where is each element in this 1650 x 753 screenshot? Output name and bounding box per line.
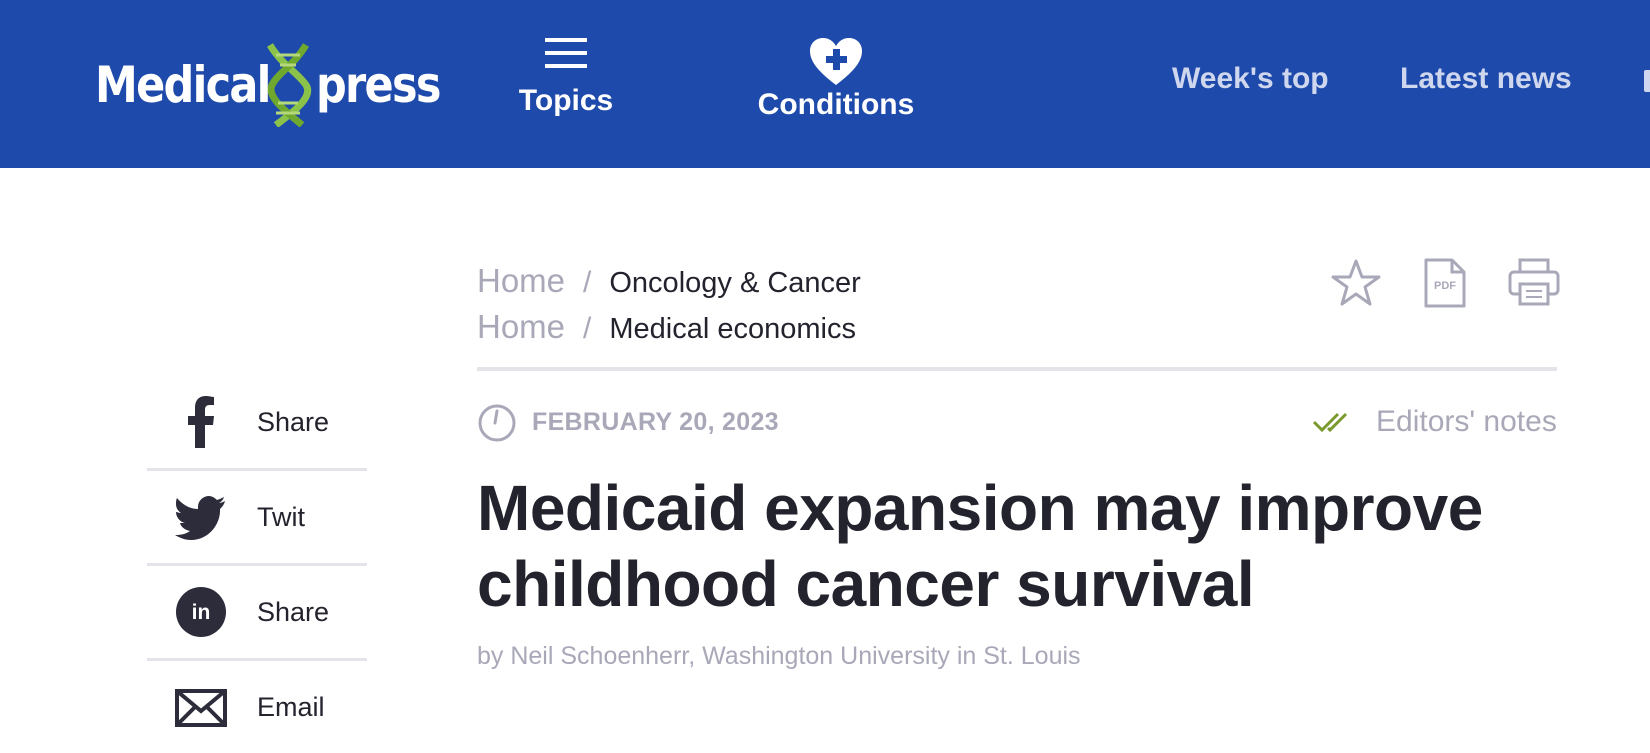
linkedin-icon: in [176, 587, 226, 637]
facebook-icon [188, 396, 214, 448]
nav-latest-news[interactable]: Latest news [1400, 62, 1572, 96]
nav-weeks-top[interactable]: Week's top [1172, 62, 1329, 96]
svg-text:in: in [192, 601, 211, 624]
editors-notes-link[interactable]: Editors' notes [1376, 405, 1557, 439]
publish-date: FEBRUARY 20, 2023 [532, 408, 779, 436]
heart-plus-icon [810, 38, 862, 85]
article-byline: by Neil Schoenherr, Washington Universit… [477, 642, 1081, 670]
printer-icon[interactable] [1508, 258, 1560, 306]
breadcrumb-category-link[interactable]: Oncology & Cancer [609, 267, 860, 300]
logo-text-right: press [316, 56, 441, 114]
breadcrumb-home-link[interactable]: Home [477, 308, 565, 346]
email-icon [175, 689, 227, 727]
share-linkedin-label: Share [257, 597, 330, 627]
breadcrumb-home-link[interactable]: Home [477, 262, 565, 300]
breadcrumb-category-link[interactable]: Medical economics [609, 313, 856, 346]
share-sidebar: Share Twit in Share Email [147, 376, 367, 753]
top-navigation-bar: Medical press Topics Conditions Week's t… [0, 0, 1650, 168]
share-email-button[interactable]: Email [147, 661, 367, 753]
clock-icon [478, 404, 516, 442]
share-twitter-label: Twit [257, 502, 306, 532]
share-facebook-button[interactable]: Share [147, 376, 367, 471]
breadcrumb: Home / Medical economics [477, 308, 856, 346]
site-logo[interactable]: Medical press [95, 40, 460, 130]
article-title: Medicaid expansion may improve childhood… [477, 472, 1483, 620]
share-twitter-button[interactable]: Twit [147, 471, 367, 566]
share-facebook-label: Share [257, 407, 330, 437]
nav-conditions-label: Conditions [757, 88, 915, 121]
menu-icon [545, 38, 587, 68]
nav-overflow-item[interactable] [1644, 70, 1650, 92]
nav-conditions[interactable]: Conditions [750, 38, 922, 122]
nav-topics[interactable]: Topics [515, 38, 617, 118]
svg-text:PDF: PDF [1434, 280, 1456, 292]
twitter-icon [175, 496, 225, 540]
logo-text-left: Medical [95, 56, 271, 114]
breadcrumb: Home / Oncology & Cancer [477, 262, 861, 300]
divider [477, 367, 1557, 371]
breadcrumb-separator: / [583, 266, 592, 299]
dna-logo-icon [267, 43, 312, 127]
star-icon[interactable] [1330, 258, 1382, 310]
share-linkedin-button[interactable]: in Share [147, 566, 367, 661]
pdf-icon[interactable]: PDF [1424, 258, 1466, 308]
breadcrumb-separator: / [583, 312, 592, 345]
nav-topics-label: Topics [518, 84, 614, 117]
double-check-icon [1312, 412, 1348, 433]
share-email-label: Email [257, 692, 325, 722]
